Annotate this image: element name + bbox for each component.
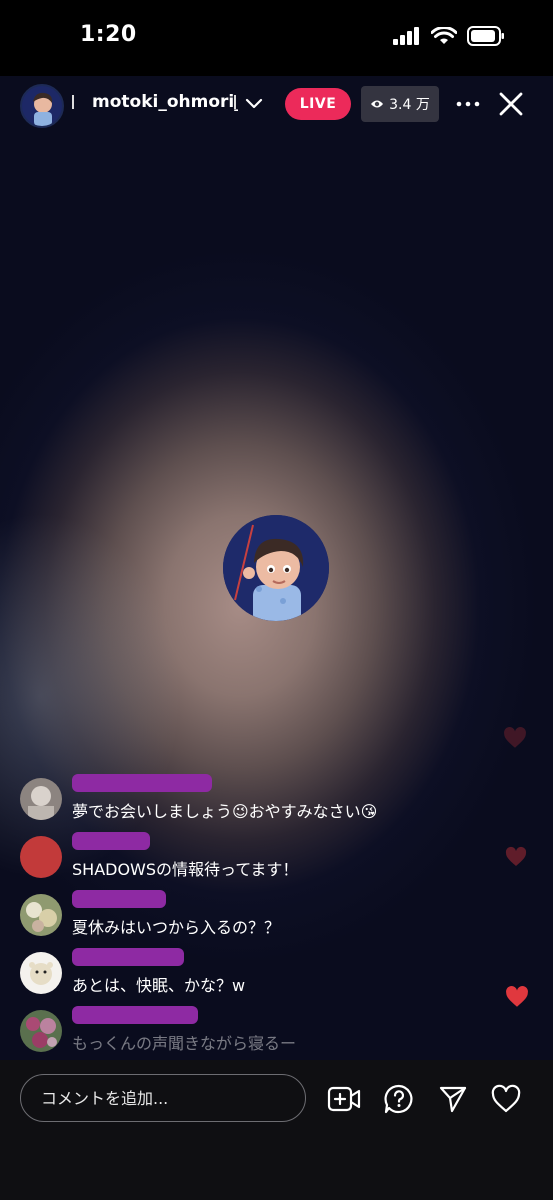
comment-username-redacted[interactable] (72, 774, 212, 792)
floating-heart-icon (504, 727, 526, 748)
viewer-count-label: 3.4 万 (389, 97, 430, 113)
comment-username-redacted[interactable] (72, 948, 184, 966)
comment-item: あとは、快眠、かな？w (20, 948, 470, 998)
comment-item: もっくんの声聞きながら寝るー (20, 1006, 470, 1056)
wifi-icon (431, 27, 457, 44)
viewer-count[interactable]: 3.4 万 (361, 86, 439, 122)
close-icon[interactable] (497, 90, 525, 118)
comment-username-redacted[interactable] (72, 832, 150, 850)
share-button[interactable] (436, 1082, 470, 1116)
heart-icon (491, 1084, 521, 1113)
chevron-down-icon[interactable] (244, 94, 264, 114)
host-profile-picture (223, 515, 329, 621)
comment-text: 夢でお会いしましょう😉おやすみなさい😘 (72, 802, 378, 821)
comment-input[interactable] (20, 1074, 306, 1122)
comment-avatar[interactable] (20, 1010, 62, 1052)
video-add-icon (327, 1086, 361, 1112)
like-button[interactable] (489, 1082, 523, 1116)
comment-item: SHADOWSの情報待ってます！ (20, 832, 470, 882)
comment-item: 夏休みはいつから入るの？？ (20, 890, 470, 940)
comment-text: 夏休みはいつから入るの？？ (72, 918, 281, 937)
live-badge: LIVE (285, 88, 351, 120)
comment-text: SHADOWSの情報待ってます！ (72, 860, 299, 879)
name-separator (234, 95, 236, 109)
send-icon (439, 1086, 467, 1113)
floating-heart-icon (505, 846, 527, 866)
question-button[interactable] (382, 1082, 416, 1116)
name-separator (72, 95, 74, 109)
more-options-icon[interactable] (455, 90, 481, 118)
bottom-composer-bar (0, 1060, 553, 1200)
comment-avatar[interactable] (20, 894, 62, 936)
comment-username-redacted[interactable] (72, 890, 166, 908)
comment-text: あとは、快眠、かな？w (72, 976, 246, 995)
question-bubble-icon (384, 1084, 413, 1114)
signal-icon (393, 27, 419, 45)
status-time: 1:20 (80, 22, 137, 47)
live-top-bar: motoki_ohmori_ LIVE 3.4 万 (0, 76, 553, 132)
battery-icon (467, 26, 504, 46)
host-avatar[interactable] (20, 84, 64, 128)
comment-avatar[interactable] (20, 952, 62, 994)
floating-heart-icon (506, 986, 528, 1007)
eye-icon (371, 100, 384, 108)
comment-username-redacted[interactable] (72, 1006, 198, 1024)
comment-text: もっくんの声聞きながら寝るー (72, 1034, 297, 1053)
status-bar: 1:20 (0, 0, 553, 76)
host-username[interactable]: motoki_ohmori_ (92, 92, 238, 112)
comment-item: 夢でお会いしましょう😉おやすみなさい😘 (20, 774, 470, 824)
add-video-guest-button[interactable] (327, 1082, 361, 1116)
comment-avatar[interactable] (20, 836, 62, 878)
comment-avatar[interactable] (20, 778, 62, 820)
status-icons (393, 26, 505, 46)
